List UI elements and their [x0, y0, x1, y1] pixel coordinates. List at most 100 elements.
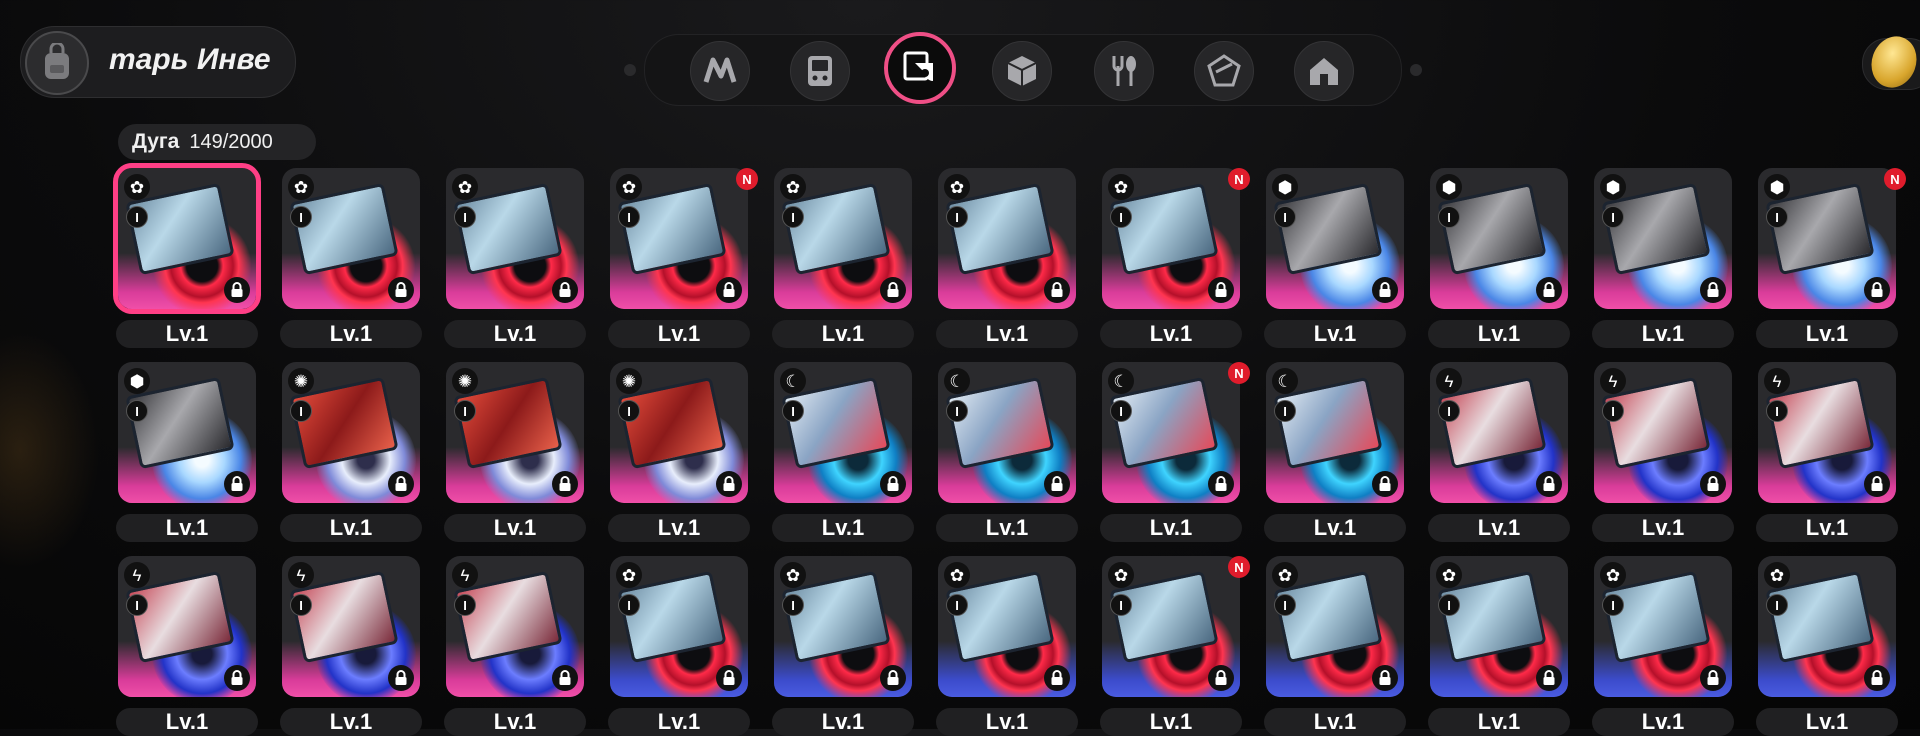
drive-disc-card[interactable]: ✿ I — [1266, 556, 1404, 697]
lock-icon[interactable] — [716, 277, 742, 303]
ether-flower-icon: ✿ — [1600, 562, 1626, 588]
lock-icon[interactable] — [1536, 665, 1562, 691]
new-badge: N — [736, 168, 758, 190]
drive-disc-card[interactable]: ✿ I — [446, 168, 584, 309]
drive-disc-card[interactable]: ✿ I — [774, 556, 912, 697]
slot-rank-badge: I — [1438, 400, 1460, 422]
lock-icon[interactable] — [224, 665, 250, 691]
lock-icon[interactable] — [1536, 471, 1562, 497]
drive-disc-card[interactable]: ✿ I — [938, 556, 1076, 697]
drive-disc-card[interactable]: ϟI — [282, 556, 420, 697]
drive-disc-card[interactable]: ☾ I — [938, 362, 1076, 503]
handheld-console-icon — [808, 56, 832, 86]
lock-icon[interactable] — [880, 277, 906, 303]
ether-flower-icon: ✿ — [1108, 562, 1134, 588]
ether-flower-icon: ✿ — [452, 174, 478, 200]
nav-tab-cube[interactable] — [992, 41, 1052, 101]
drive-disc-card[interactable]: ϟI — [1594, 362, 1732, 503]
slot-rank-badge: I — [618, 206, 640, 228]
lock-icon[interactable] — [1700, 277, 1726, 303]
drive-disc-card[interactable]: ✿ I — [113, 163, 261, 314]
slot-rank-badge: I — [290, 400, 312, 422]
lock-icon[interactable] — [1208, 277, 1234, 303]
drive-disc-card[interactable]: ϟI — [118, 556, 256, 697]
nav-tab-bangboo[interactable] — [1194, 41, 1254, 101]
drive-disc-card[interactable]: ✿ I — [1758, 556, 1896, 697]
drive-disc-card[interactable]: ☾ I — [774, 362, 912, 503]
lock-icon[interactable] — [1044, 277, 1070, 303]
lock-icon[interactable] — [1372, 665, 1398, 691]
lock-icon[interactable] — [224, 471, 250, 497]
drive-disc-card[interactable]: ✺ I — [446, 362, 584, 503]
level-label: Lv.1 — [444, 320, 586, 348]
nav-tab-handheld[interactable] — [790, 41, 850, 101]
drive-disc-card[interactable]: ✿ I — [1594, 556, 1732, 697]
drive-disc-card[interactable]: ✿ I — [610, 556, 748, 697]
drive-disc-card[interactable]: ⬢ I — [118, 362, 256, 503]
lock-icon[interactable] — [1044, 471, 1070, 497]
drive-disc-card[interactable]: ϟI — [1430, 362, 1568, 503]
lock-icon[interactable] — [552, 471, 578, 497]
lock-icon[interactable] — [1864, 277, 1890, 303]
drive-disc-card[interactable]: ✺ I — [282, 362, 420, 503]
level-label: Lv.1 — [1756, 514, 1898, 542]
physical-cube-icon: ⬢ — [124, 368, 150, 394]
nav-tab-food[interactable] — [1094, 41, 1154, 101]
lock-icon[interactable] — [1208, 471, 1234, 497]
new-badge: N — [1228, 168, 1250, 190]
lock-icon[interactable] — [1864, 665, 1890, 691]
drive-disc-icon — [903, 51, 933, 81]
n-logo-icon — [703, 57, 737, 83]
lock-icon[interactable] — [716, 471, 742, 497]
slot-rank-badge: I — [1274, 400, 1296, 422]
lock-icon[interactable] — [1536, 277, 1562, 303]
lock-icon[interactable] — [1700, 665, 1726, 691]
inventory-title-pill: тарь Инве — [20, 26, 296, 98]
drive-disc-card[interactable]: ✿ I — [610, 168, 748, 309]
level-label: Lv.1 — [1428, 708, 1570, 736]
lock-icon[interactable] — [1208, 665, 1234, 691]
drive-disc-card[interactable]: ⬢ I — [1266, 168, 1404, 309]
lock-icon[interactable] — [1372, 277, 1398, 303]
drive-disc-card[interactable]: ⬢ I — [1430, 168, 1568, 309]
electric-bolt-icon: ϟ — [288, 562, 314, 588]
lock-icon[interactable] — [880, 665, 906, 691]
lock-icon[interactable] — [552, 277, 578, 303]
ether-flower-icon: ✿ — [780, 174, 806, 200]
drive-disc-card[interactable]: ✿ I — [938, 168, 1076, 309]
lock-icon[interactable] — [1044, 665, 1070, 691]
nav-tab-n-logo[interactable] — [690, 41, 750, 101]
lock-icon[interactable] — [1864, 471, 1890, 497]
lock-icon[interactable] — [1700, 471, 1726, 497]
ether-flower-icon: ✿ — [1764, 562, 1790, 588]
drive-disc-card[interactable]: ☾ I — [1266, 362, 1404, 503]
lock-icon[interactable] — [880, 471, 906, 497]
slot-rank-badge: I — [618, 594, 640, 616]
background-glow — [0, 330, 100, 570]
lock-icon[interactable] — [1372, 471, 1398, 497]
lock-icon[interactable] — [716, 665, 742, 691]
drive-disc-card[interactable]: ϟI — [446, 556, 584, 697]
drive-disc-card[interactable]: ✿ I — [1102, 556, 1240, 697]
ether-flower-icon: ✿ — [780, 562, 806, 588]
lock-icon[interactable] — [224, 277, 250, 303]
level-label: Lv.1 — [1264, 514, 1406, 542]
drive-disc-card[interactable]: ✿ I — [1102, 168, 1240, 309]
drive-disc-card[interactable]: ⬢ I — [1758, 168, 1896, 309]
lock-icon[interactable] — [388, 277, 414, 303]
lock-icon[interactable] — [552, 665, 578, 691]
nav-tab-home[interactable] — [1294, 41, 1354, 101]
drive-disc-card[interactable]: ✿ I — [282, 168, 420, 309]
lock-icon[interactable] — [388, 471, 414, 497]
drive-disc-card[interactable]: ✿ I — [774, 168, 912, 309]
drive-disc-card[interactable]: ✿ I — [1430, 556, 1568, 697]
drive-disc-card[interactable]: ☾ I — [1102, 362, 1240, 503]
lock-icon[interactable] — [388, 665, 414, 691]
new-badge: N — [1228, 556, 1250, 578]
fork-spoon-icon — [1112, 56, 1136, 86]
ether-flower-icon: ✿ — [124, 174, 150, 200]
drive-disc-card[interactable]: ✺ I — [610, 362, 748, 503]
drive-disc-card[interactable]: ⬢ I — [1594, 168, 1732, 309]
nav-tab-drive-disc[interactable] — [884, 32, 956, 104]
drive-disc-card[interactable]: ϟI — [1758, 362, 1896, 503]
